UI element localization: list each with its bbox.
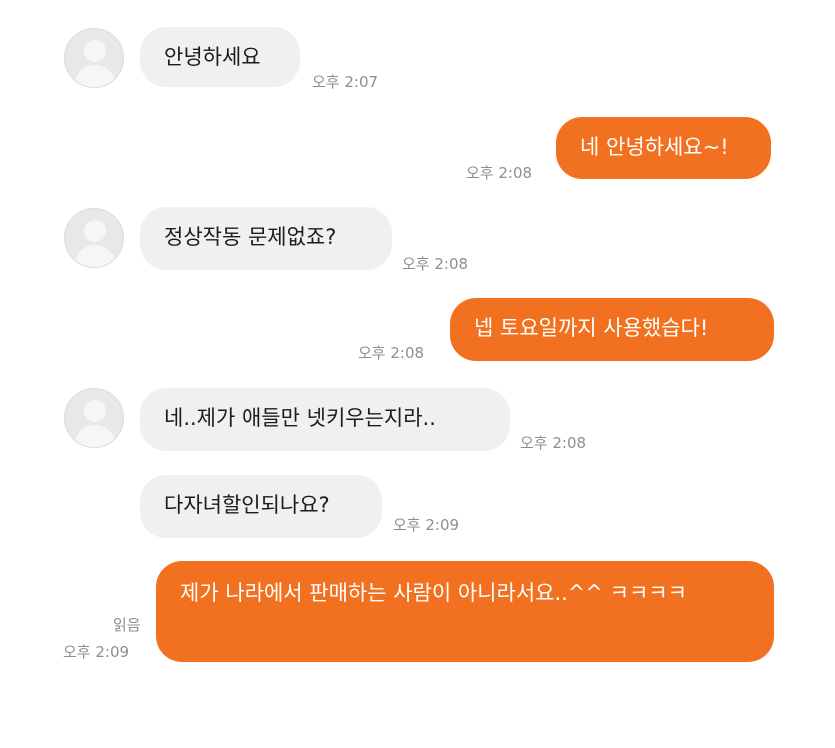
outgoing-message-bubble[interactable]: 제가 나라에서 판매하는 사람이 아니라서요..^^ ㅋㅋㅋㅋ [156, 561, 774, 662]
chat-thread: 안녕하세요 오후 2:07 네 안녕하세요~! 오후 2:08 정상작동 문제없… [0, 0, 835, 748]
incoming-message-bubble[interactable]: 정상작동 문제없죠? [140, 207, 392, 270]
person-silhouette-icon [84, 220, 106, 242]
message-timestamp: 오후 2:09 [393, 516, 460, 534]
message-timestamp: 오후 2:08 [358, 344, 425, 362]
outgoing-message-bubble[interactable]: 네 안녕하세요~! [556, 117, 771, 179]
incoming-message-bubble[interactable]: 안녕하세요 [140, 27, 300, 87]
message-timestamp: 오후 2:08 [520, 434, 587, 452]
message-timestamp: 오후 2:08 [466, 164, 533, 182]
outgoing-message-bubble[interactable]: 넵 토요일까지 사용했습다! [450, 298, 774, 361]
incoming-message-bubble[interactable]: 네..제가 애들만 넷키우는지라.. [140, 388, 510, 451]
message-timestamp: 오후 2:09 [63, 643, 130, 661]
message-timestamp: 오후 2:08 [402, 255, 469, 273]
person-silhouette-icon [84, 400, 106, 422]
avatar[interactable] [64, 28, 124, 88]
read-receipt: 읽음 [113, 616, 141, 634]
person-silhouette-icon [84, 40, 106, 62]
avatar[interactable] [64, 208, 124, 268]
incoming-message-bubble[interactable]: 다자녀할인되나요? [140, 475, 382, 538]
message-timestamp: 오후 2:07 [312, 73, 379, 91]
avatar[interactable] [64, 388, 124, 448]
